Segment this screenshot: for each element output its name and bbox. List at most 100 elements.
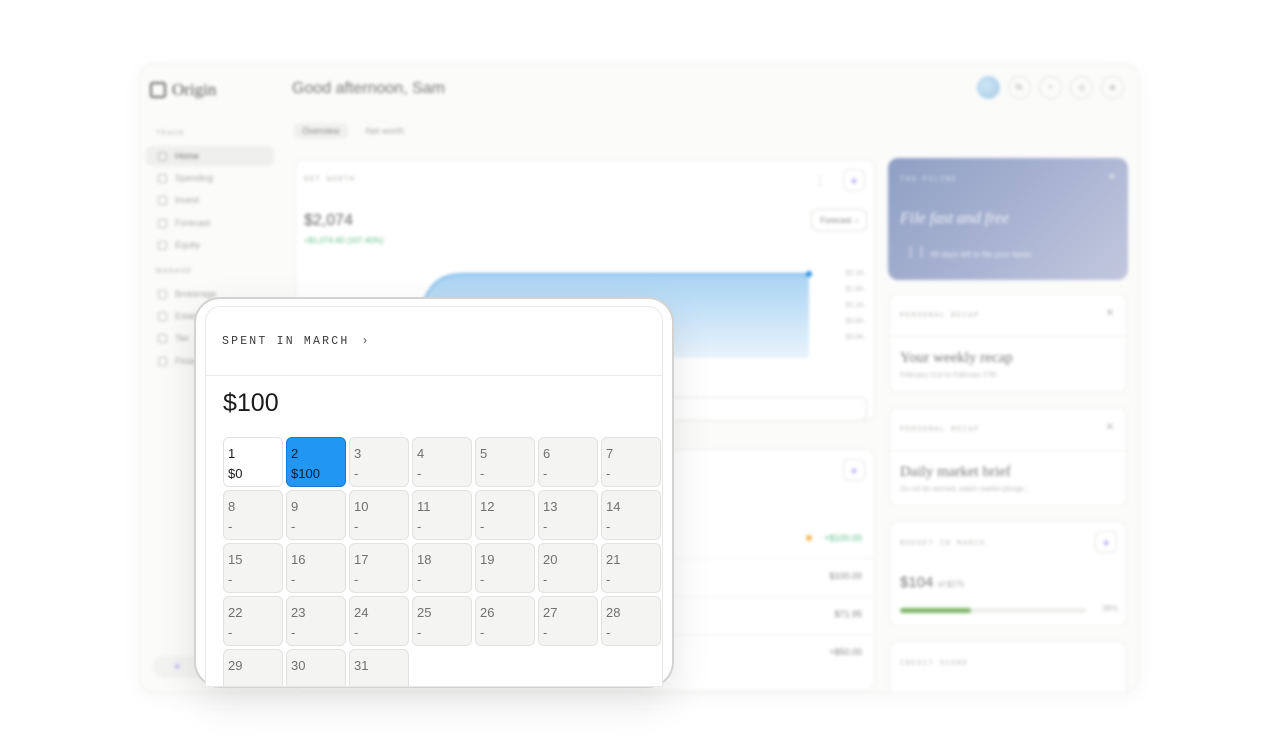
calendar-day-5[interactable]: 5- bbox=[475, 437, 535, 487]
day-number: 30 bbox=[291, 658, 306, 673]
calendar-day-31[interactable]: 31 bbox=[349, 649, 409, 686]
calendar-day-26[interactable]: 26 - bbox=[475, 596, 535, 646]
close-icon[interactable]: ✕ bbox=[1108, 172, 1116, 183]
calendar-day-12[interactable]: 12 - bbox=[475, 490, 535, 540]
calendar-day-10[interactable]: 10 - bbox=[349, 490, 409, 540]
day-number: 9 bbox=[291, 499, 299, 514]
day-number: 10 bbox=[354, 499, 369, 514]
day-amount: - bbox=[417, 572, 422, 587]
calendar-day-20[interactable]: 20 - bbox=[538, 543, 598, 593]
tax-filing-promo-card[interactable]: TAX FILING ✕ File fast and free All days… bbox=[888, 158, 1128, 280]
calendar-day-19[interactable]: 19 - bbox=[475, 543, 535, 593]
calendar-day-28[interactable]: 28 - bbox=[601, 596, 661, 646]
day-amount: - bbox=[291, 625, 296, 640]
calendar-day-25[interactable]: 25 - bbox=[412, 596, 472, 646]
spending-card: SPENT IN MARCH › $100 1 $0 2 $100 3-4-5-6-7-… bbox=[206, 307, 662, 686]
calendar-day-21[interactable]: 21 - bbox=[601, 543, 661, 593]
tab-overview[interactable]: Overview bbox=[294, 123, 348, 139]
sidebar-item-invest[interactable]: Invest bbox=[146, 190, 274, 210]
calendar-day-18[interactable]: 18 - bbox=[412, 543, 472, 593]
origin-logo[interactable]: Origin bbox=[150, 80, 216, 100]
tab-net-worth[interactable]: Net worth bbox=[358, 123, 413, 139]
day-number: 14 bbox=[606, 499, 621, 514]
promo-label: TAX FILING bbox=[900, 176, 958, 184]
close-icon[interactable]: ✕ bbox=[1106, 422, 1114, 433]
budget-add-button[interactable]: + bbox=[1096, 532, 1116, 552]
day-number: 12 bbox=[480, 499, 495, 514]
calendar-day-16[interactable]: 16 - bbox=[286, 543, 346, 593]
gear-icon[interactable]: ⚙ bbox=[1101, 76, 1124, 99]
budget-progress-track bbox=[900, 608, 1086, 613]
day-number: 28 bbox=[606, 605, 621, 620]
calendar-day-24[interactable]: 24 - bbox=[349, 596, 409, 646]
day-number: 23 bbox=[291, 605, 306, 620]
day-amount: - bbox=[606, 625, 611, 640]
promo-title: File fast and free bbox=[900, 210, 1010, 227]
calendar-day-23[interactable]: 23 - bbox=[286, 596, 346, 646]
hourglass-icon bbox=[910, 246, 922, 258]
day-amount: - bbox=[417, 466, 422, 481]
transaction-amount: +$50.00 bbox=[829, 647, 862, 657]
origin-logo-icon bbox=[150, 82, 166, 98]
sidebar-item-home[interactable]: Home bbox=[146, 146, 274, 166]
calendar-day-29[interactable]: 29 bbox=[223, 649, 283, 686]
more-options-icon[interactable]: ⋮ bbox=[814, 174, 826, 188]
calendar-day-9[interactable]: 9- bbox=[286, 490, 346, 540]
calendar-day-11[interactable]: 11 - bbox=[412, 490, 472, 540]
chevron-right-icon: › bbox=[855, 215, 858, 225]
net-worth-add-button[interactable]: + bbox=[844, 170, 864, 190]
sidebar-section-manage: Manage bbox=[156, 268, 193, 275]
calendar-day-30[interactable]: 30 bbox=[286, 649, 346, 686]
logo-text: Origin bbox=[172, 80, 217, 99]
tick-label: $0.6K bbox=[845, 318, 864, 325]
sidebar-item-equity[interactable]: Equity bbox=[146, 235, 274, 255]
recap-title: Your weekly recap bbox=[900, 350, 1013, 366]
close-icon[interactable]: ✕ bbox=[1106, 308, 1114, 319]
document-icon bbox=[158, 356, 167, 366]
calendar-day-15[interactable]: 15 - bbox=[223, 543, 283, 593]
calendar-day-8[interactable]: 8- bbox=[223, 490, 283, 540]
day-amount: - bbox=[228, 625, 233, 640]
range-selector[interactable] bbox=[646, 398, 866, 420]
calendar-day-6[interactable]: 6- bbox=[538, 437, 598, 487]
calendar-day-4[interactable]: 4- bbox=[412, 437, 472, 487]
calendar-day-1[interactable]: 1 $0 bbox=[223, 437, 283, 487]
daily-market-brief-card[interactable]: PERSONAL RECAP ✕ Daily market brief Do n… bbox=[890, 408, 1126, 506]
calendar-day-22[interactable]: 22 - bbox=[223, 596, 283, 646]
calendar-day-3[interactable]: 3- bbox=[349, 437, 409, 487]
day-amount: $0 bbox=[228, 466, 243, 481]
clock-icon[interactable]: ◷ bbox=[1070, 76, 1093, 99]
calendar-day-17[interactable]: 17 - bbox=[349, 543, 409, 593]
day-number: 16 bbox=[291, 552, 306, 567]
weekly-recap-card[interactable]: PERSONAL RECAP ✕ Your weekly recap Febru… bbox=[890, 294, 1126, 392]
day-number: 11 bbox=[417, 499, 431, 514]
user-initials-avatar[interactable]: SL bbox=[1008, 76, 1031, 99]
calendar-day-27[interactable]: 27 - bbox=[538, 596, 598, 646]
category-dot-icon bbox=[806, 535, 812, 541]
calendar-day-13[interactable]: 13 - bbox=[538, 490, 598, 540]
day-amount: - bbox=[606, 519, 611, 534]
net-worth-label[interactable]: NET WORTH bbox=[304, 176, 355, 184]
budget-card: BUDGET IN MARCH + $104 of $275 38% bbox=[890, 522, 1126, 626]
credit-score-label[interactable]: CREDIT SCORE bbox=[900, 660, 968, 668]
day-number: 6 bbox=[543, 446, 551, 461]
day-amount: - bbox=[606, 572, 611, 587]
calendar-day-7[interactable]: 7- bbox=[601, 437, 661, 487]
chevron-right-icon: › bbox=[361, 334, 369, 348]
profile-avatar[interactable] bbox=[977, 76, 1000, 99]
trend-icon bbox=[158, 289, 167, 299]
budget-label[interactable]: BUDGET IN MARCH bbox=[900, 540, 986, 548]
calendar-day-14[interactable]: 14 - bbox=[601, 490, 661, 540]
spending-card-header[interactable]: SPENT IN MARCH › bbox=[206, 307, 662, 376]
transactions-add-button[interactable]: + bbox=[844, 460, 864, 480]
forecast-button[interactable]: Forecast › bbox=[812, 210, 866, 230]
day-number: 21 bbox=[606, 552, 621, 567]
sidebar-item-forecast[interactable]: Forecast bbox=[146, 213, 274, 233]
plus-icon[interactable]: + bbox=[1039, 76, 1062, 99]
tax-icon bbox=[158, 333, 167, 343]
day-amount: - bbox=[354, 625, 359, 640]
sidebar-item-spending[interactable]: Spending bbox=[146, 168, 274, 188]
calendar-day-2[interactable]: 2 $100 bbox=[286, 437, 346, 487]
day-amount: - bbox=[543, 466, 548, 481]
day-amount: - bbox=[354, 519, 359, 534]
